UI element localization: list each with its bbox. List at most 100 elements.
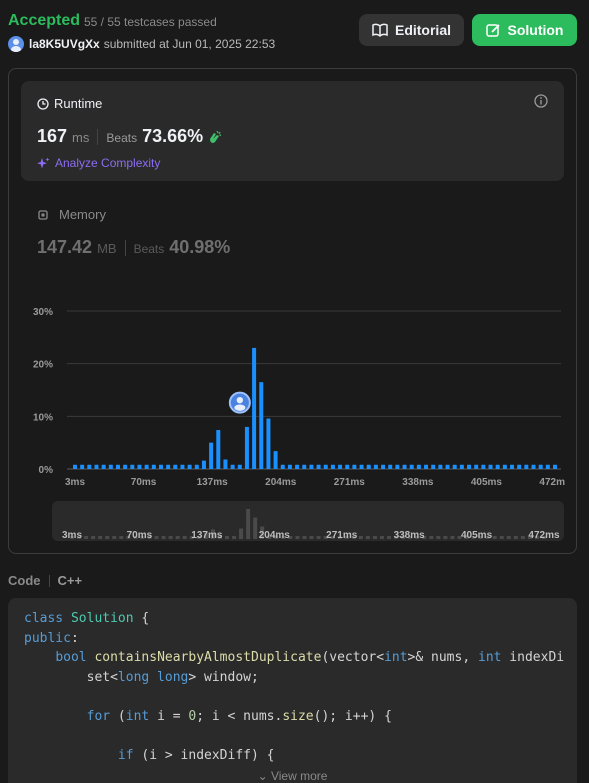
- testcases-count: 55 / 55 testcases passed: [84, 15, 217, 29]
- histogram-bar: [280, 464, 285, 469]
- histogram-bar: [474, 464, 479, 469]
- histogram-bar: [158, 464, 163, 469]
- chevron-down-icon: ⌄: [257, 769, 271, 783]
- edit-icon: [485, 23, 500, 37]
- overview-bar: [387, 536, 392, 539]
- histogram-bar: [237, 464, 242, 469]
- x-tick-label: 405ms: [471, 477, 503, 488]
- overview-bar: [372, 536, 377, 539]
- histogram-bar: [94, 464, 99, 469]
- overview-tick-label: 137ms: [191, 530, 223, 541]
- overview-bar: [154, 536, 159, 539]
- runtime-title: Runtime: [37, 96, 102, 111]
- histogram-bar: [309, 464, 314, 469]
- histogram-bar: [101, 464, 106, 469]
- histogram-bar: [373, 464, 378, 469]
- submitter-line: la8K5UVgXx submitted at Jun 01, 2025 22:…: [8, 36, 275, 52]
- performance-panel: Runtime 167 ms Beats 73.66% Analyze Comp…: [8, 68, 577, 554]
- histogram-bar: [495, 464, 500, 469]
- overview-bar: [302, 536, 307, 539]
- submitted-timestamp: submitted at Jun 01, 2025 22:53: [103, 37, 276, 51]
- solution-label: Solution: [507, 22, 564, 38]
- histogram-bar: [137, 464, 142, 469]
- overview-bar: [450, 536, 455, 539]
- overview-bar: [84, 536, 89, 539]
- overview-bar: [168, 536, 173, 539]
- memory-value: 147.42: [37, 237, 93, 257]
- histogram-bar: [295, 464, 300, 469]
- overview-bar: [91, 536, 96, 539]
- histogram-bar: [273, 451, 278, 469]
- memory-card[interactable]: Memory 147.42 MB Beats 40.98%: [37, 207, 230, 257]
- overview-tick-label: 204ms: [259, 530, 291, 541]
- analyze-complexity-link[interactable]: Analyze Complexity: [37, 156, 160, 170]
- memory-unit: MB: [97, 241, 117, 256]
- runtime-metrics: 167 ms Beats 73.66%: [37, 126, 223, 147]
- histogram-bar: [438, 464, 443, 469]
- histogram-bar: [287, 464, 292, 469]
- user-position-marker: [228, 391, 251, 414]
- histogram-bar: [108, 464, 113, 469]
- histogram-bar: [395, 464, 400, 469]
- runtime-card[interactable]: Runtime 167 ms Beats 73.66% Analyze Comp…: [21, 81, 564, 181]
- overview-bar: [358, 536, 363, 539]
- overview-bar: [161, 536, 166, 539]
- histogram-bar: [510, 464, 515, 469]
- overview-bar: [429, 536, 434, 539]
- info-icon[interactable]: [534, 94, 548, 108]
- histogram-bar: [230, 464, 235, 469]
- marker-body: [234, 404, 246, 411]
- x-tick-label: 3ms: [65, 477, 85, 488]
- x-tick-label: 70ms: [131, 477, 157, 488]
- x-tick-label: 204ms: [265, 477, 297, 488]
- code-label: Code: [8, 573, 41, 588]
- x-tick-label: 271ms: [334, 477, 366, 488]
- user-avatar-icon[interactable]: [8, 36, 24, 52]
- y-tick-label: 20%: [33, 360, 53, 371]
- runtime-unit: ms: [72, 130, 90, 145]
- histogram-bar: [502, 464, 507, 469]
- overview-minichart[interactable]: 3ms 70ms 137ms 204ms 271ms 338ms 405ms 472ms: [52, 501, 564, 541]
- solution-button[interactable]: Solution: [472, 14, 577, 46]
- sparkle-icon: [37, 157, 50, 168]
- runtime-distribution-chart[interactable]: 0% 10% 20% 30% 3ms 70ms 137ms 204ms 271ms 338ms 40…: [25, 291, 565, 491]
- y-tick-label: 10%: [33, 412, 53, 423]
- overview-bar: [499, 536, 504, 539]
- code-block[interactable]: class Solution { public: bool containsNe…: [8, 598, 577, 783]
- overview-bar: [520, 536, 525, 539]
- overview-tick-label: 3ms: [62, 530, 82, 541]
- editorial-button[interactable]: Editorial: [359, 14, 464, 46]
- username-link[interactable]: la8K5UVgXx: [29, 37, 100, 51]
- histogram-bar: [481, 464, 486, 469]
- histogram-bar: [352, 464, 357, 469]
- histogram-bar: [173, 464, 178, 469]
- histogram-bar: [531, 464, 536, 469]
- overview-bar: [316, 536, 321, 539]
- histogram-bar: [73, 464, 77, 469]
- histogram-bar: [409, 464, 414, 469]
- overview-tick-label: 405ms: [461, 530, 493, 541]
- histogram-bar: [338, 464, 343, 469]
- histogram-bar: [545, 464, 550, 469]
- histogram-bar: [517, 464, 522, 469]
- memory-title: Memory: [37, 207, 106, 222]
- histogram-bar: [223, 459, 228, 469]
- histogram-bar: [538, 464, 543, 469]
- histogram-bar: [488, 464, 493, 469]
- histogram-bar: [330, 464, 335, 469]
- histogram-bar: [259, 382, 264, 469]
- clap-icon: [210, 130, 222, 143]
- view-more-button[interactable]: ⌄ View more: [8, 759, 577, 783]
- overview-tick-label: 70ms: [127, 530, 153, 541]
- overview-bar: [513, 536, 518, 539]
- histogram-bar: [424, 464, 429, 469]
- x-tick-label: 137ms: [197, 477, 229, 488]
- marker-head: [236, 396, 244, 404]
- histogram-bar: [452, 464, 457, 469]
- chart-range-overview[interactable]: 3ms 70ms 137ms 204ms 271ms 338ms 405ms 472ms: [52, 501, 564, 541]
- histogram-bar: [180, 464, 185, 469]
- overview-bar: [98, 536, 103, 539]
- histogram-bar: [144, 464, 149, 469]
- divider: [124, 239, 126, 256]
- clock-icon: [37, 97, 49, 110]
